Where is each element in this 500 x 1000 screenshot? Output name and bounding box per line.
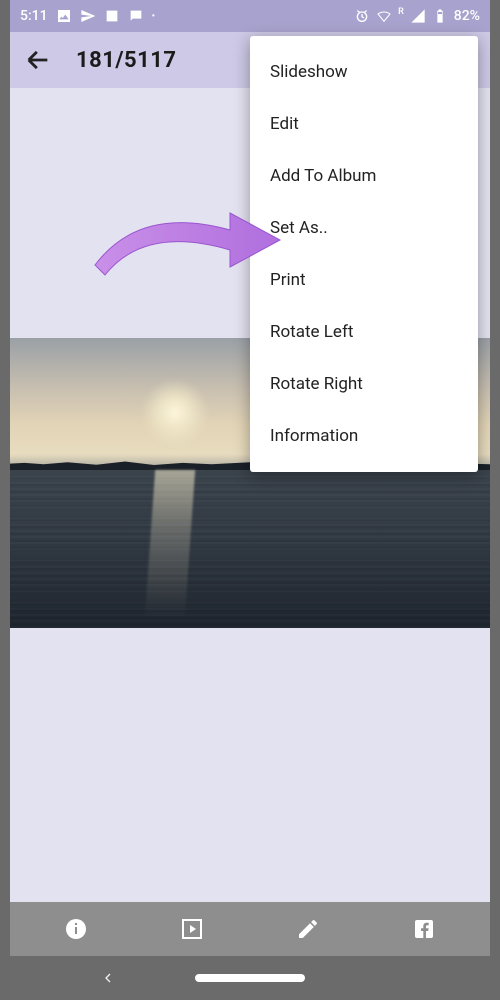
edit-button[interactable] [295,916,321,942]
slideshow-button[interactable] [179,916,205,942]
water [10,470,490,628]
menu-item-rotate-left[interactable]: Rotate Left [250,306,478,358]
info-button[interactable] [63,916,89,942]
status-right: R 82% [354,8,480,24]
facebook-button[interactable] [411,916,437,942]
more-notifications-dot: • [152,11,156,22]
nav-bar [10,956,490,1000]
menu-item-add-album[interactable]: Add To Album [250,150,478,202]
signal-icon [410,8,426,24]
status-bar: 5:11 • R 82% [10,0,490,32]
nav-back-icon[interactable] [100,970,116,986]
battery-icon [432,8,448,24]
roaming-indicator: R [398,7,404,17]
wifi-icon [376,8,392,24]
chat-icon [128,8,144,24]
news-icon [104,8,120,24]
phone-frame: 5:11 • R 82% 181/5117 [10,0,490,1000]
send-icon [80,8,96,24]
menu-item-slideshow[interactable]: Slideshow [250,46,478,98]
menu-item-edit[interactable]: Edit [250,98,478,150]
photo-icon [56,8,72,24]
back-arrow-icon[interactable] [24,46,52,74]
menu-item-rotate-right[interactable]: Rotate Right [250,358,478,410]
status-left: 5:11 • [20,8,155,24]
alarm-icon [354,8,370,24]
sun-glow [140,378,210,448]
menu-item-set-as[interactable]: Set As.. [250,202,478,254]
action-bar [10,902,490,956]
page-counter: 181/5117 [76,48,177,73]
menu-item-print[interactable]: Print [250,254,478,306]
overflow-menu: Slideshow Edit Add To Album Set As.. Pri… [250,36,478,472]
status-time: 5:11 [20,8,48,24]
menu-item-information[interactable]: Information [250,410,478,462]
battery-text: 82% [454,8,480,24]
nav-home-pill[interactable] [195,974,305,982]
